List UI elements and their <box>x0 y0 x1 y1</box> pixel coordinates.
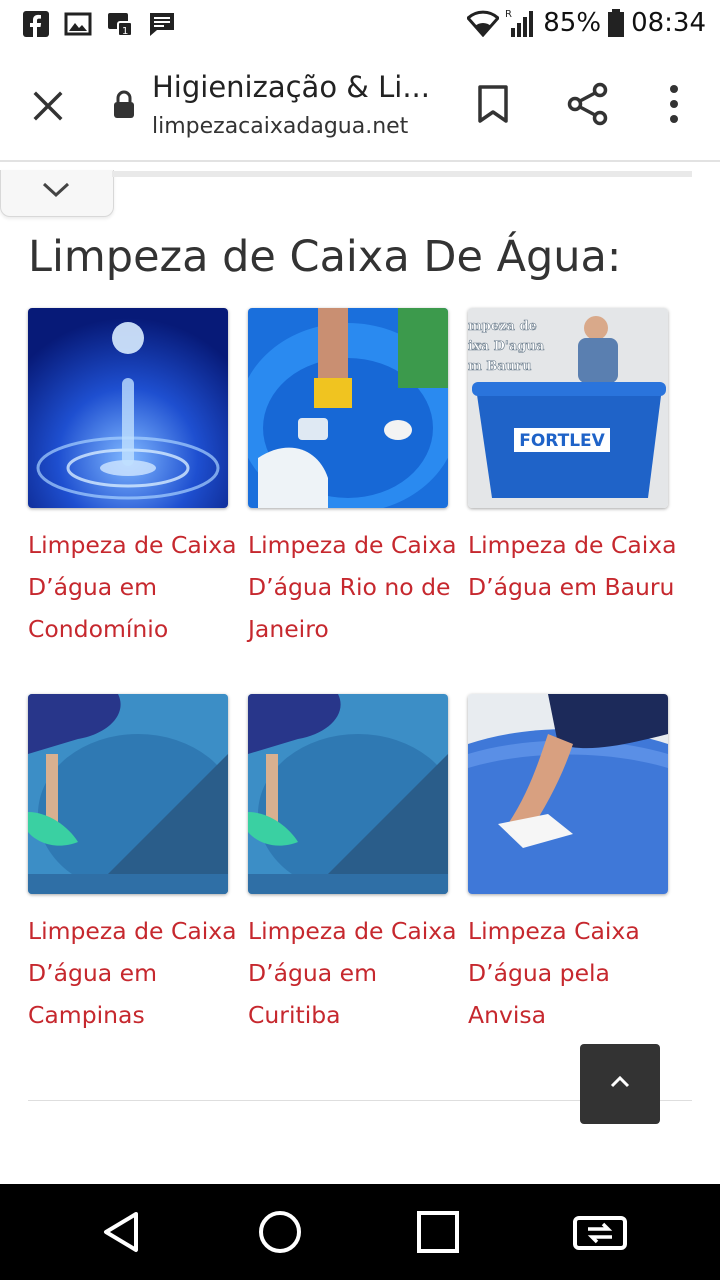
facebook-icon <box>23 11 49 37</box>
chevron-down-icon <box>42 182 70 198</box>
gallery-icon <box>64 12 92 36</box>
notification-icon: 1 <box>108 13 133 37</box>
service-card-condominio[interactable]: Limpeza de Caixa D’água em Condomínio <box>28 308 238 650</box>
service-card-bauru[interactable]: mpeza de ixa D'agua m Bauru FORTLEV Limp… <box>468 308 678 608</box>
image-text-line2: ixa D'agua <box>468 339 545 354</box>
switch-app-icon[interactable] <box>572 1208 628 1256</box>
tank-anvisa-image[interactable] <box>468 694 668 894</box>
browser-toolbar: Higienização & Li... limpezacaixadagua.n… <box>0 50 720 162</box>
service-card-curitiba[interactable]: Limpeza de Caixa D’água em Curitiba <box>248 694 458 1036</box>
status-bar: 1 R 85% 08:34 <box>0 0 720 50</box>
brand-logo: FORTLEV <box>519 431 605 451</box>
back-icon[interactable] <box>98 1208 146 1256</box>
tank-cleaning-image[interactable] <box>248 308 448 508</box>
card-link[interactable]: Limpeza de Caixa D’água em Condomínio <box>28 524 243 650</box>
tank-campinas-image[interactable] <box>28 694 228 894</box>
back-to-top-button[interactable] <box>580 1044 660 1124</box>
service-card-anvisa[interactable]: Limpeza Caixa D’água pela Anvisa <box>468 694 678 1036</box>
image-text-line3: m Bauru <box>468 359 531 374</box>
svg-text:1: 1 <box>122 26 128 37</box>
droplet-image[interactable] <box>28 308 228 508</box>
close-icon[interactable] <box>28 86 68 126</box>
bookmark-icon[interactable] <box>476 84 510 124</box>
card-link[interactable]: Limpeza de Caixa D’água Rio no de Janeir… <box>248 524 463 650</box>
recents-icon[interactable] <box>414 1208 462 1256</box>
image-text-line1: mpeza de <box>468 319 537 334</box>
service-card-campinas[interactable]: Limpeza de Caixa D’água em Campinas <box>28 694 238 1036</box>
section-heading: Limpeza de Caixa De Água: <box>28 232 622 282</box>
tank-bauru-image[interactable]: mpeza de ixa D'agua m Bauru FORTLEV <box>468 308 668 508</box>
signal-icon: R <box>505 9 534 37</box>
page-title: Higienização & Li... <box>152 70 430 104</box>
battery-percent: 85% <box>543 8 602 38</box>
share-icon[interactable] <box>566 82 610 126</box>
home-icon[interactable] <box>256 1208 304 1256</box>
message-icon <box>150 13 174 36</box>
page-url[interactable]: limpezacaixadagua.net <box>152 114 408 139</box>
system-nav-bar <box>0 1184 720 1280</box>
battery-icon <box>608 9 625 37</box>
card-link[interactable]: Limpeza Caixa D’água pela Anvisa <box>468 910 683 1036</box>
chevron-up-icon <box>610 1075 630 1088</box>
service-card-rio[interactable]: Limpeza de Caixa D’água Rio no de Janeir… <box>248 308 458 650</box>
card-link[interactable]: Limpeza de Caixa D’água em Campinas <box>28 910 243 1036</box>
divider <box>112 171 692 177</box>
clock: 08:34 <box>631 8 706 38</box>
wifi-icon <box>467 10 500 37</box>
svg-text:R: R <box>505 9 512 20</box>
more-icon[interactable] <box>664 84 684 124</box>
lock-icon <box>114 90 134 118</box>
tank-curitiba-image[interactable] <box>248 694 448 894</box>
card-link[interactable]: Limpeza de Caixa D’água em Bauru <box>468 524 683 608</box>
card-link[interactable]: Limpeza de Caixa D’água em Curitiba <box>248 910 463 1036</box>
menu-toggle[interactable] <box>0 170 114 217</box>
